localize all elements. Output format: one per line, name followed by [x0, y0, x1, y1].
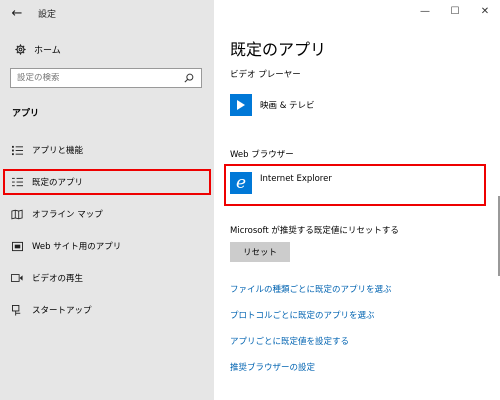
web-browser-label: Web ブラウザー — [230, 150, 294, 160]
apps-list-icon — [10, 143, 24, 157]
sidebar-item-label: 既定のアプリ — [32, 178, 84, 188]
minimize-icon: — — [420, 5, 430, 17]
video-app-name: 映画 & テレビ — [260, 101, 315, 111]
window-title: 設定 — [38, 9, 57, 20]
maximize-icon: ☐ — [450, 5, 460, 17]
startup-icon — [10, 303, 24, 317]
link-set-defaults-by-app[interactable]: アプリごとに既定値を設定する — [230, 335, 349, 347]
home-label: ホーム — [34, 45, 61, 56]
sidebar: ← 設定 ホーム アプリ アプリと機能 既定のアプリ オフライン マップ — [0, 0, 214, 400]
arrow-left-icon: ← — [11, 5, 23, 21]
default-apps-icon — [10, 175, 24, 189]
section-label-apps: アプリ — [12, 109, 40, 119]
sidebar-item-startup[interactable]: スタートアップ — [0, 297, 214, 323]
offline-map-icon — [10, 207, 24, 221]
gear-icon — [12, 43, 28, 55]
sidebar-item-web-apps[interactable]: Web サイト用のアプリ — [0, 233, 214, 259]
movies-tv-icon — [230, 94, 252, 116]
ie-logo-glyph: e — [235, 172, 247, 193]
close-button[interactable]: ✕ — [470, 0, 500, 22]
web-browser-app-button[interactable]: e Internet Explorer — [230, 172, 332, 194]
video-player-app-button[interactable]: 映画 & テレビ — [230, 94, 315, 116]
reset-description: Microsoft が推奨する既定値にリセットする — [230, 226, 399, 236]
sidebar-item-label: アプリと機能 — [32, 146, 84, 156]
main-content: — ☐ ✕ 既定のアプリ ビデオ プレーヤー 映画 & テレビ Web ブラウザ… — [214, 0, 500, 400]
page-title: 既定のアプリ — [230, 40, 327, 59]
video-player-label: ビデオ プレーヤー — [230, 70, 301, 80]
home-nav-item[interactable]: ホーム — [0, 38, 214, 60]
titlebar-left: ← 設定 — [0, 0, 214, 26]
link-choose-by-protocol[interactable]: プロトコルごとに既定のアプリを選ぶ — [230, 309, 375, 321]
minimize-button[interactable]: — — [410, 0, 440, 22]
back-button[interactable]: ← — [2, 0, 32, 26]
search-box[interactable] — [10, 68, 202, 88]
link-choose-by-file-type[interactable]: ファイルの種類ごとに既定のアプリを選ぶ — [230, 283, 392, 295]
sidebar-item-label: Web サイト用のアプリ — [32, 242, 122, 252]
sidebar-item-video-playback[interactable]: ビデオの再生 — [0, 265, 214, 291]
maximize-button[interactable]: ☐ — [440, 0, 470, 22]
reset-button[interactable]: リセット — [230, 242, 290, 262]
web-app-icon — [10, 239, 24, 253]
window-controls: — ☐ ✕ — [410, 0, 500, 22]
sidebar-item-offline-maps[interactable]: オフライン マップ — [0, 201, 214, 227]
search-icon[interactable] — [183, 72, 195, 84]
search-input[interactable] — [17, 73, 183, 83]
link-recommended-browser[interactable]: 推奨ブラウザーの設定 — [230, 361, 315, 373]
video-icon — [10, 271, 24, 285]
close-icon: ✕ — [480, 5, 490, 17]
browser-app-name: Internet Explorer — [260, 174, 332, 184]
sidebar-item-default-apps[interactable]: 既定のアプリ — [3, 169, 211, 195]
internet-explorer-icon: e — [230, 172, 252, 194]
sidebar-item-label: スタートアップ — [32, 306, 92, 316]
sidebar-item-apps-features[interactable]: アプリと機能 — [0, 137, 214, 163]
sidebar-item-label: オフライン マップ — [32, 210, 103, 220]
sidebar-item-label: ビデオの再生 — [32, 274, 84, 284]
